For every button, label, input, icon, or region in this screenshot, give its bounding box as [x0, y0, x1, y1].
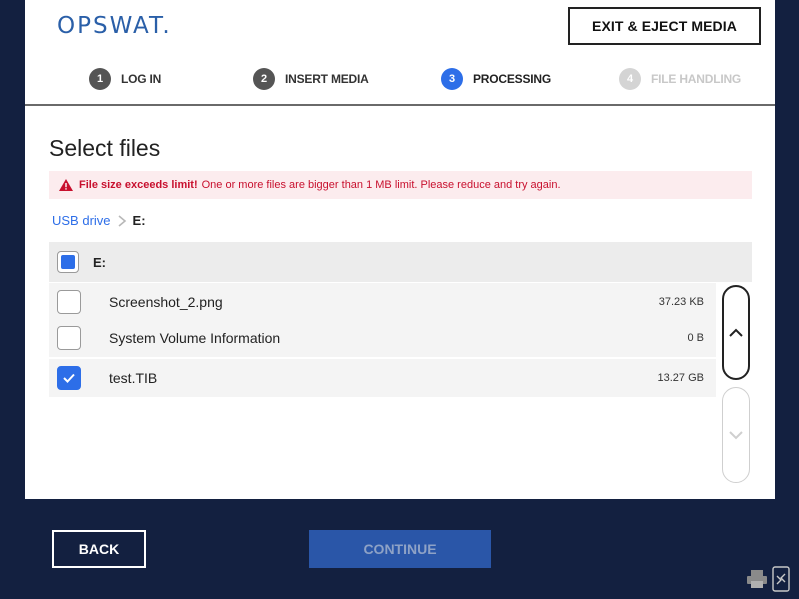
list-header-label: E: — [93, 254, 106, 270]
file-size: 13.27 GB — [657, 372, 704, 384]
scroll-up-button[interactable] — [722, 285, 750, 380]
step-log-in: 1 LOG IN — [89, 68, 161, 90]
chevron-up-icon — [729, 328, 743, 337]
file-size: 37.23 KB — [658, 296, 704, 308]
step-label: INSERT MEDIA — [285, 72, 369, 86]
file-checkbox[interactable] — [57, 326, 81, 350]
main-panel: OPSWAT. EXIT & EJECT MEDIA 1 LOG IN 2 IN… — [25, 0, 775, 499]
scroll-down-button[interactable] — [722, 387, 750, 483]
file-row[interactable]: test.TIB 13.27 GB — [49, 359, 716, 397]
step-number: 4 — [619, 68, 641, 90]
error-title: File size exceeds limit! — [79, 179, 198, 191]
continue-button[interactable]: CONTINUE — [309, 530, 491, 568]
breadcrumb-usb-drive[interactable]: USB drive — [52, 213, 111, 228]
file-checkbox[interactable] — [57, 366, 81, 390]
corner-icons — [746, 566, 790, 597]
file-checkbox[interactable] — [57, 290, 81, 314]
error-message: One or more files are bigger than 1 MB l… — [201, 179, 561, 191]
chevron-right-icon — [117, 214, 127, 227]
file-name: Screenshot_2.png — [109, 294, 223, 310]
device-switch-icon[interactable] — [772, 566, 790, 597]
back-button[interactable]: BACK — [52, 530, 146, 568]
chevron-down-icon — [729, 431, 743, 440]
file-name: test.TIB — [109, 370, 158, 386]
page-title: Select files — [49, 135, 161, 161]
step-number: 2 — [253, 68, 275, 90]
step-file-handling: 4 FILE HANDLING — [619, 68, 741, 90]
header: OPSWAT. EXIT & EJECT MEDIA 1 LOG IN 2 IN… — [25, 0, 775, 106]
breadcrumb-current: E: — [132, 213, 146, 228]
step-insert-media: 2 INSERT MEDIA — [253, 68, 369, 90]
warning-icon — [59, 179, 73, 191]
error-banner: File size exceeds limit! One or more fil… — [49, 171, 752, 199]
step-processing: 3 PROCESSING — [441, 68, 551, 90]
file-size: 0 B — [687, 332, 704, 344]
list-header: E: — [49, 242, 752, 282]
step-label: PROCESSING — [473, 72, 552, 86]
opswat-logo: OPSWAT. — [57, 13, 172, 39]
file-name: System Volume Information — [109, 330, 281, 346]
step-number: 1 — [89, 68, 111, 90]
step-number: 3 — [441, 68, 463, 90]
step-label: LOG IN — [121, 72, 162, 86]
breadcrumb: USB drive E: — [52, 213, 146, 228]
file-row[interactable]: Screenshot_2.png 37.23 KB — [49, 283, 716, 321]
printer-icon[interactable] — [746, 569, 768, 594]
exit-eject-media-button[interactable]: EXIT & EJECT MEDIA — [568, 7, 761, 45]
step-label: FILE HANDLING — [651, 72, 742, 86]
file-row[interactable]: System Volume Information 0 B — [49, 319, 716, 357]
checkmark-icon — [63, 373, 75, 383]
select-all-checkbox[interactable] — [57, 251, 79, 273]
